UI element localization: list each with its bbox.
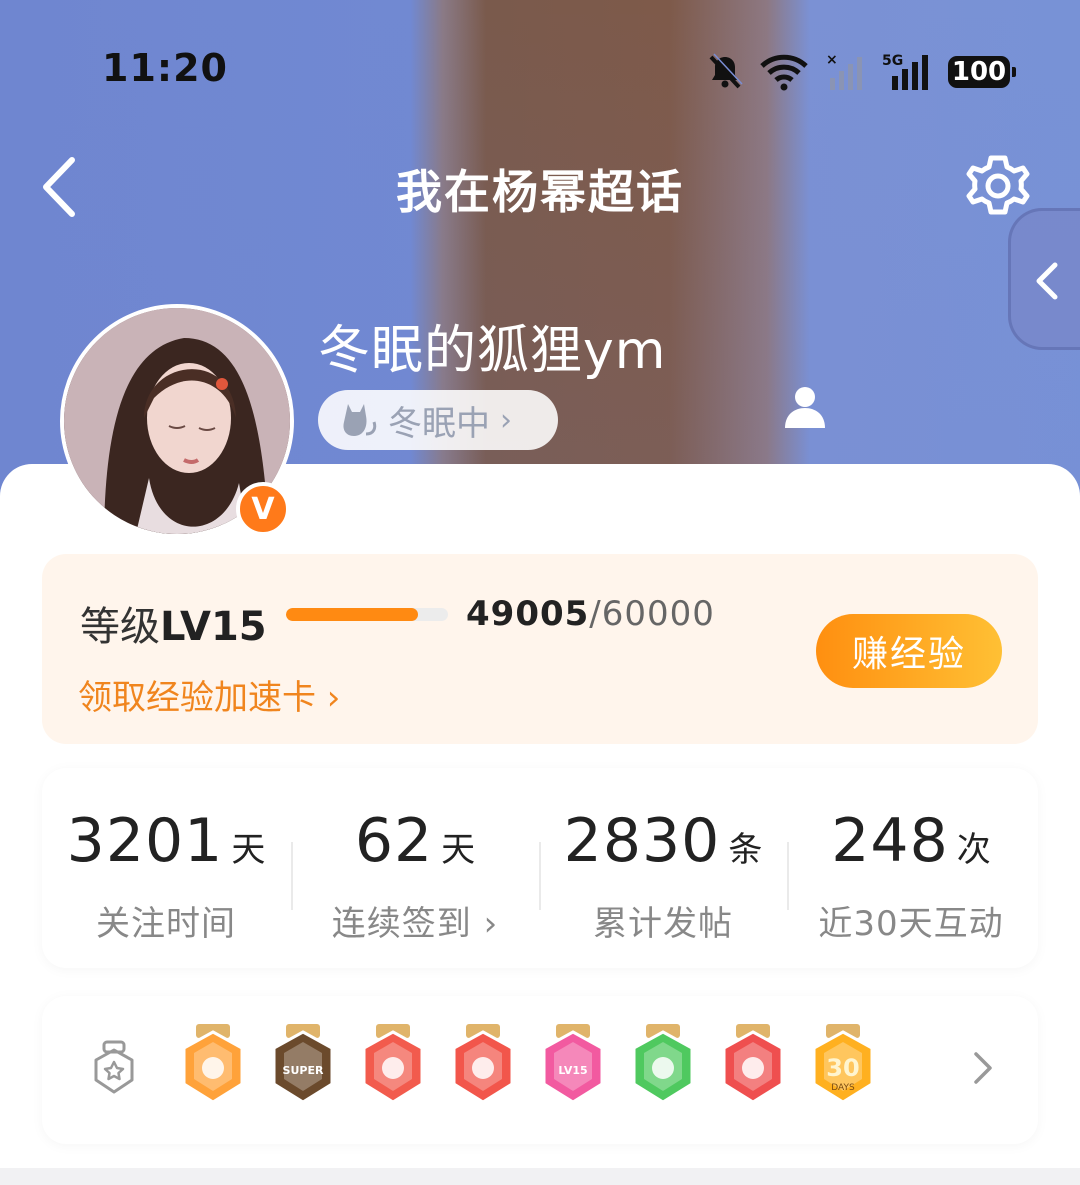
super-badge[interactable]: SUPER <box>268 1024 338 1110</box>
badge-sublabel: DAYS <box>831 1083 855 1093</box>
lv15-badge[interactable]: LV15 <box>538 1024 608 1110</box>
status-time: 11:20 <box>102 46 228 90</box>
username: 冬眠的狐狸ym <box>318 321 667 381</box>
chevron-right-icon[interactable] <box>968 1048 998 1088</box>
stats-panel: 3201 天 关注时间 62 天 连续签到 › 2830 条 累计发帖 248 次 近3… <box>42 768 1038 968</box>
status-text: 冬眠中 <box>388 403 490 444</box>
person-icon[interactable] <box>782 384 828 430</box>
stat-value: 62 <box>354 806 434 876</box>
stat-label: 近30天互动 <box>818 904 1004 944</box>
cat-icon <box>343 404 377 436</box>
badge-label: LV15 <box>558 1064 587 1077</box>
trophy-badge[interactable] <box>718 1024 788 1110</box>
exp-separator: / <box>589 594 602 634</box>
battery-indicator: 100 <box>948 56 1016 88</box>
badge-label: SUPER <box>283 1064 324 1077</box>
earn-exp-button[interactable]: 赚经验 <box>816 614 1002 688</box>
wifi-icon <box>760 54 808 91</box>
mute-bell-icon <box>709 53 743 89</box>
level-panel: 等级LV15 49005/60000 领取经验加速卡 › 赚经验 <box>42 554 1038 744</box>
accelerate-card-link[interactable]: 领取经验加速卡 › <box>78 670 340 719</box>
stat-label: 关注时间 <box>96 904 236 944</box>
stat-label: 连续签到 › <box>331 904 499 944</box>
crown-badge[interactable] <box>178 1024 248 1110</box>
battery-level: 100 <box>951 57 1007 87</box>
signal-5g-icon: 5G <box>882 53 928 90</box>
stat-unit: 次 <box>956 830 991 870</box>
stat-unit: 天 <box>441 830 476 870</box>
30days-badge[interactable]: 30DAYS <box>808 1024 878 1110</box>
verified-badge: V <box>236 482 290 536</box>
level-value: LV15 <box>160 604 267 650</box>
stat-value: 2830 <box>563 806 721 876</box>
page-title: 我在杨幂超话 <box>396 165 684 219</box>
level-exp: 49005/60000 <box>466 594 715 634</box>
stat-value: 3201 <box>66 806 224 876</box>
svg-text:×: × <box>826 52 838 68</box>
side-drawer-tab[interactable] <box>1008 208 1080 350</box>
level-progress-fill <box>286 608 419 621</box>
hibernating-status-pill[interactable]: 冬眠中 › <box>318 390 558 450</box>
chevron-left-icon <box>1036 262 1058 300</box>
signal-sim1-icon: × <box>826 52 862 90</box>
rabbit-badge[interactable] <box>448 1024 518 1110</box>
stat-total-posts: 2830 条 累计发帖 <box>539 806 787 945</box>
level-progress-bar <box>286 608 448 621</box>
bottom-divider <box>0 1168 1080 1185</box>
stat-checkin-streak[interactable]: 62 天 连续签到 › <box>291 806 539 945</box>
stat-label: 累计发帖 <box>593 904 733 944</box>
stat-interactions: 248 次 近30天互动 <box>787 806 1035 945</box>
level-label: 等级LV15 <box>80 594 267 652</box>
status-arrow: › <box>500 402 512 438</box>
stat-unit: 天 <box>231 830 266 870</box>
cat-badge[interactable] <box>358 1024 428 1110</box>
badge-wall-icon[interactable] <box>90 1040 138 1096</box>
svg-text:5G: 5G <box>882 53 903 69</box>
hand-badge[interactable] <box>628 1024 698 1110</box>
stat-value: 248 <box>831 806 949 876</box>
stat-unit: 条 <box>728 830 763 870</box>
max-exp: 60000 <box>601 594 715 634</box>
badge-wall[interactable]: SUPER LV15 30 DAYS <box>42 996 1038 1144</box>
status-icons: × 5G 100 <box>706 50 1016 94</box>
stat-follow-time: 3201 天 关注时间 <box>42 806 290 945</box>
badge-label: 30 <box>826 1054 859 1082</box>
level-prefix: 等级 <box>80 604 160 650</box>
current-exp: 49005 <box>466 594 590 634</box>
